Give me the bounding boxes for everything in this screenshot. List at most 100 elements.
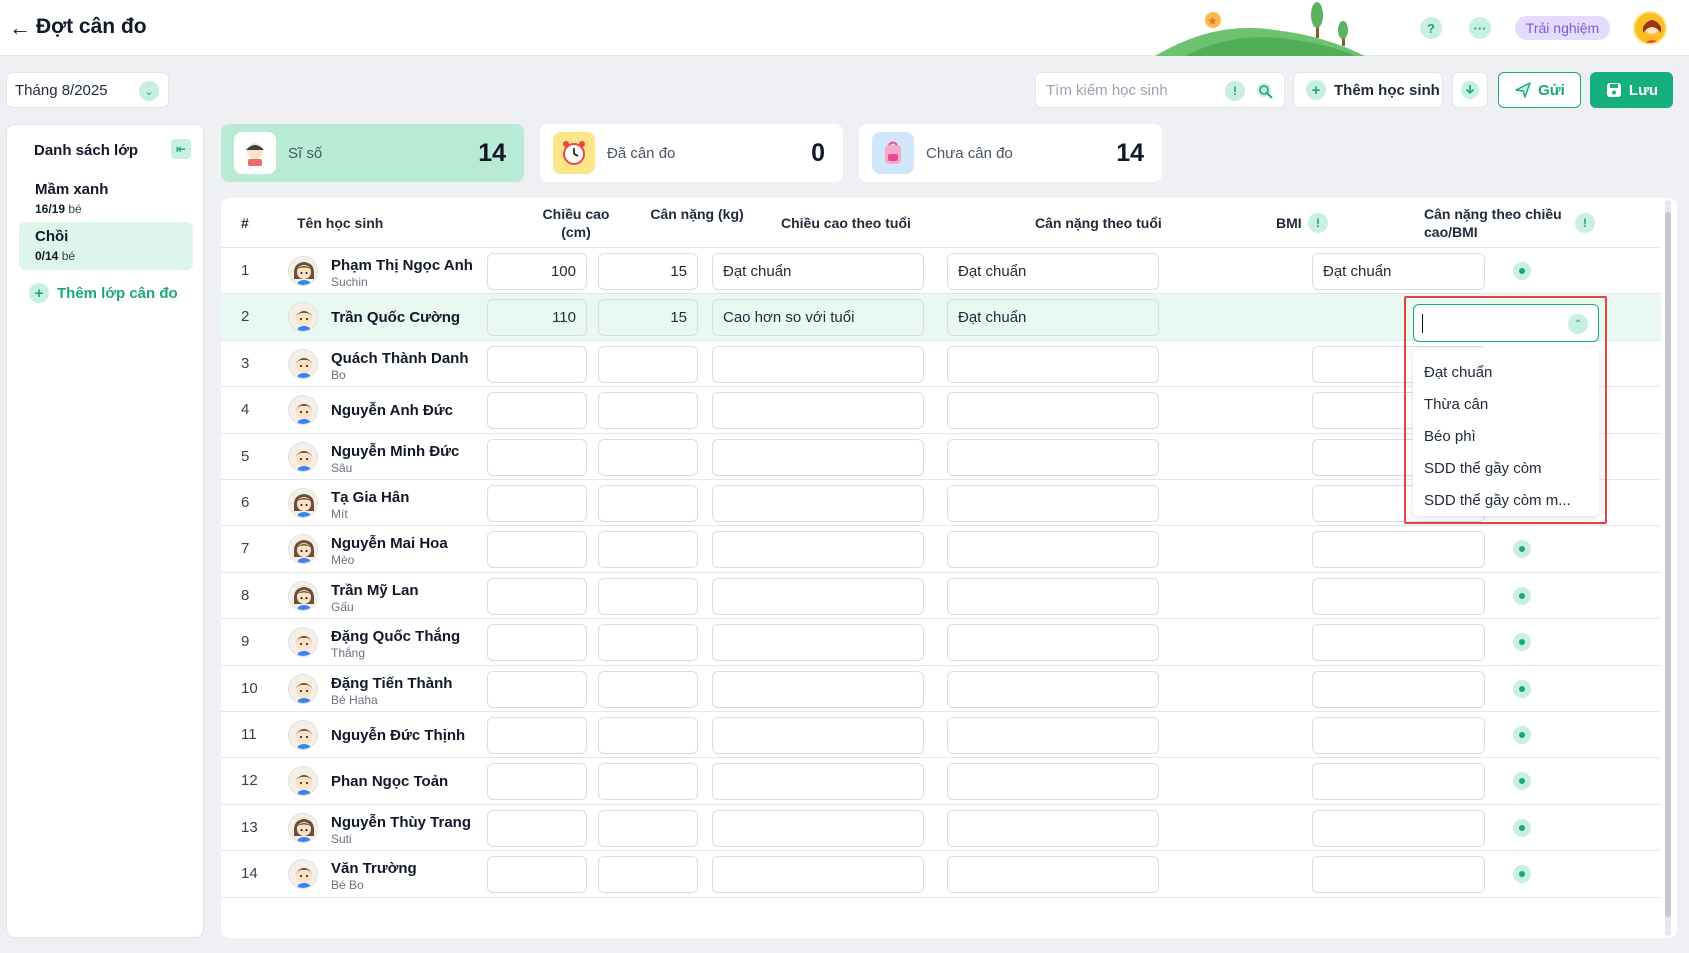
- weight-height-select[interactable]: ⌃: [1413, 304, 1599, 342]
- sidebar-item-mam-xanh[interactable]: Mầm xanh 16/19 bé: [19, 175, 193, 223]
- height-for-age-select[interactable]: Đạt chuẩn: [712, 253, 924, 290]
- save-button[interactable]: Lưu: [1590, 72, 1673, 108]
- help-icon[interactable]: ?: [1420, 17, 1442, 39]
- info-icon[interactable]: !: [1225, 81, 1245, 101]
- weight-input[interactable]: [598, 670, 698, 708]
- weight-for-height-select[interactable]: [1312, 763, 1485, 801]
- height-for-age-select[interactable]: [712, 763, 924, 801]
- weight-input[interactable]: [598, 809, 698, 847]
- view-eye-icon[interactable]: [1513, 679, 1531, 698]
- height-for-age-select[interactable]: [712, 717, 924, 754]
- table-scrollbar[interactable]: [1665, 200, 1671, 936]
- search-input[interactable]: [1046, 82, 1216, 99]
- weight-input[interactable]: [598, 624, 698, 662]
- chevron-up-icon[interactable]: ⌃: [1568, 314, 1588, 334]
- weight-for-height-select[interactable]: [1312, 717, 1485, 754]
- weight-for-age-select[interactable]: [947, 438, 1159, 476]
- height-for-age-select[interactable]: [712, 438, 924, 476]
- height-input[interactable]: [487, 763, 587, 801]
- height-input[interactable]: [487, 531, 587, 569]
- weight-for-age-select[interactable]: [947, 624, 1159, 662]
- view-eye-icon[interactable]: [1513, 540, 1531, 559]
- weight-for-height-select[interactable]: [1312, 856, 1485, 894]
- search-icon[interactable]: [1255, 81, 1275, 101]
- height-for-age-select[interactable]: [712, 392, 924, 430]
- height-input[interactable]: [487, 392, 587, 430]
- trial-badge[interactable]: Trải nghiệm: [1515, 16, 1610, 40]
- weight-input[interactable]: [598, 438, 698, 476]
- month-select[interactable]: Tháng 8/2025 ⌄: [6, 72, 169, 108]
- weight-for-age-select[interactable]: [947, 809, 1159, 847]
- height-input[interactable]: [487, 485, 587, 522]
- height-input[interactable]: 100: [487, 253, 587, 290]
- scrollbar-thumb[interactable]: [1665, 212, 1671, 917]
- height-for-age-select[interactable]: [712, 624, 924, 662]
- weight-for-height-select[interactable]: [1312, 531, 1485, 569]
- back-arrow-icon[interactable]: ←: [8, 15, 32, 40]
- weight-input[interactable]: [598, 485, 698, 522]
- download-button[interactable]: [1452, 72, 1488, 108]
- view-eye-icon[interactable]: [1513, 772, 1531, 791]
- weight-input[interactable]: [598, 392, 698, 430]
- height-for-age-select[interactable]: [712, 809, 924, 847]
- weight-for-age-select[interactable]: [947, 577, 1159, 615]
- height-input[interactable]: 110: [487, 299, 587, 337]
- student-name[interactable]: Phan Ngọc Toản: [331, 773, 448, 790]
- weight-input[interactable]: [598, 763, 698, 801]
- weight-input[interactable]: [598, 345, 698, 383]
- student-name[interactable]: Tạ Gia Hân: [331, 489, 409, 506]
- height-for-age-select[interactable]: [712, 531, 924, 569]
- weight-input[interactable]: 15: [598, 299, 698, 337]
- weight-for-age-select[interactable]: [947, 485, 1159, 522]
- weight-for-age-select[interactable]: [947, 670, 1159, 708]
- student-name[interactable]: Nguyễn Đức Thịnh: [331, 727, 465, 744]
- student-name[interactable]: Đặng Quốc Thắng: [331, 628, 460, 645]
- sidebar-item-choi[interactable]: Chồi 0/14 bé: [19, 222, 193, 270]
- weight-for-height-select[interactable]: [1312, 809, 1485, 847]
- weight-for-age-select[interactable]: Đạt chuẩn: [947, 299, 1159, 337]
- view-eye-icon[interactable]: [1513, 726, 1531, 744]
- student-name[interactable]: Trần Mỹ Lan: [331, 582, 419, 599]
- height-input[interactable]: [487, 577, 587, 615]
- student-name[interactable]: Văn Trường: [331, 860, 417, 877]
- weight-for-age-select[interactable]: [947, 531, 1159, 569]
- student-name[interactable]: Đặng Tiến Thành: [331, 675, 452, 692]
- view-eye-icon[interactable]: [1513, 818, 1531, 837]
- weight-for-height-select[interactable]: Đạt chuẩn: [1312, 253, 1485, 290]
- view-eye-icon[interactable]: [1513, 262, 1531, 280]
- height-input[interactable]: [487, 670, 587, 708]
- weight-for-age-select[interactable]: [947, 392, 1159, 430]
- weight-input[interactable]: [598, 531, 698, 569]
- student-name[interactable]: Quách Thành Danh: [331, 350, 469, 367]
- height-input[interactable]: [487, 809, 587, 847]
- view-eye-icon[interactable]: [1513, 586, 1531, 605]
- bmi-info-icon[interactable]: !: [1308, 213, 1328, 233]
- dropdown-option[interactable]: Đạt chuẩn: [1413, 356, 1599, 388]
- student-name[interactable]: Nguyễn Thùy Trang: [331, 814, 471, 831]
- height-for-age-select[interactable]: [712, 856, 924, 894]
- height-input[interactable]: [487, 624, 587, 662]
- student-name[interactable]: Phạm Thị Ngọc Anh: [331, 257, 473, 274]
- weight-for-age-select[interactable]: [947, 763, 1159, 801]
- weight-for-height-select[interactable]: [1312, 577, 1485, 615]
- height-input[interactable]: [487, 345, 587, 383]
- weight-for-age-select[interactable]: Đạt chuẩn: [947, 253, 1159, 290]
- student-name[interactable]: Nguyễn Anh Đức: [331, 402, 453, 419]
- add-class-button[interactable]: + Thêm lớp cân đo: [29, 283, 178, 303]
- dropdown-option[interactable]: Béo phì: [1413, 420, 1599, 452]
- dropdown-option[interactable]: SDD thể gầy còm m...: [1413, 484, 1599, 516]
- add-student-button[interactable]: + Thêm học sinh: [1293, 72, 1443, 108]
- student-name[interactable]: Nguyễn Mai Hoa: [331, 535, 448, 552]
- weight-input[interactable]: 15: [598, 253, 698, 290]
- weight-for-age-select[interactable]: [947, 717, 1159, 754]
- dropdown-option[interactable]: SDD thể gầy còm: [1413, 452, 1599, 484]
- height-for-age-select[interactable]: [712, 577, 924, 615]
- weight-for-height-select[interactable]: [1312, 624, 1485, 662]
- weight-for-height-select[interactable]: [1312, 670, 1485, 708]
- student-name[interactable]: Trần Quốc Cường: [331, 309, 460, 326]
- collapse-sidebar-icon[interactable]: ⇤: [171, 139, 191, 159]
- weight-input[interactable]: [598, 577, 698, 615]
- height-for-age-select[interactable]: Cao hơn so với tuổi: [712, 299, 924, 337]
- view-eye-icon[interactable]: [1513, 633, 1531, 652]
- user-avatar[interactable]: [1633, 11, 1667, 45]
